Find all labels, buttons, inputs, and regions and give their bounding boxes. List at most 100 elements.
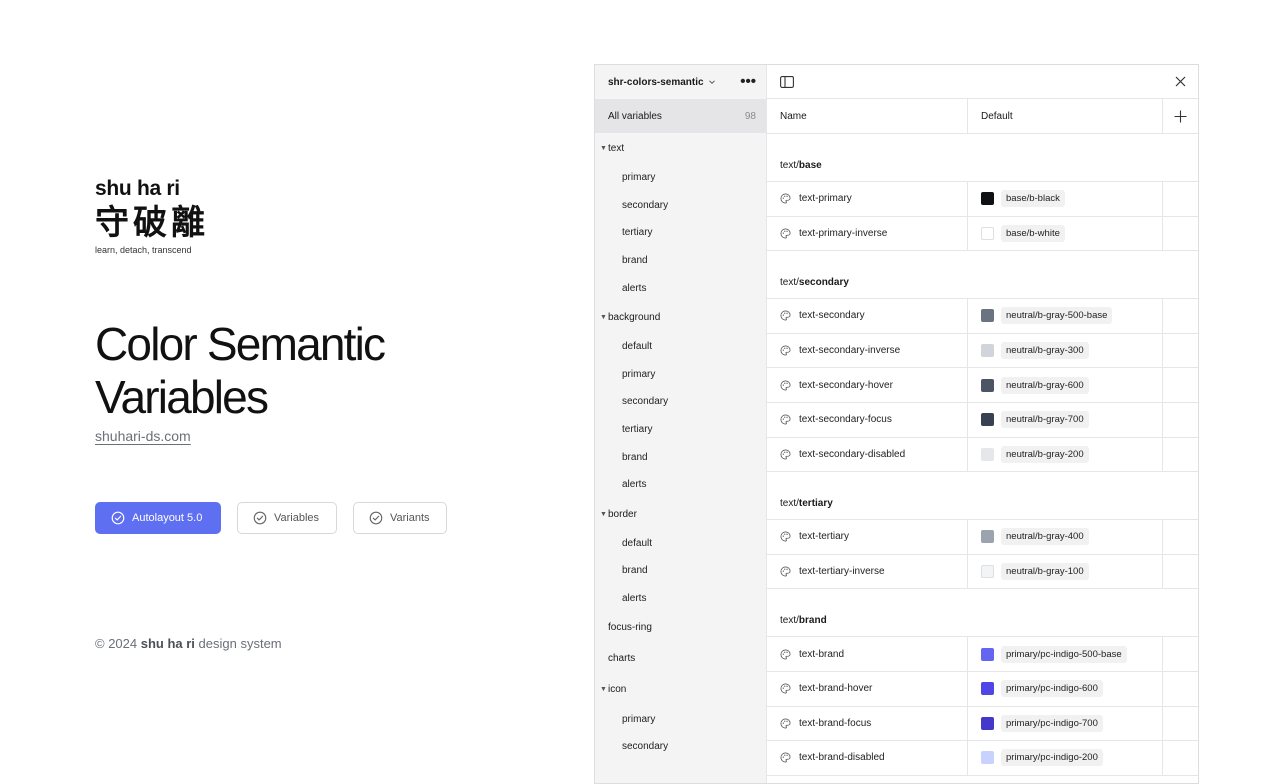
collection-selector[interactable]: shr-colors-semantic	[608, 77, 716, 88]
group-item[interactable]: default	[595, 333, 766, 361]
group-icon[interactable]: ▼ icon	[595, 674, 766, 705]
group-item[interactable]: secondary	[595, 733, 766, 761]
variable-row[interactable]: text-tertiary-inverse neutral/b-gray-100	[767, 554, 1198, 590]
variable-value-cell[interactable]: primary/pc-indigo-600	[968, 671, 1163, 706]
variable-name-cell[interactable]: text-brand-hover	[767, 671, 968, 706]
variable-row[interactable]: text-secondary-focus neutral/b-gray-700	[767, 402, 1198, 438]
alias-chip[interactable]: base/b-white	[1001, 224, 1065, 242]
page-title: Color Semantic Variables	[95, 318, 515, 424]
copyright-prefix: © 2024	[95, 636, 141, 651]
caret-down-icon[interactable]: ▼	[600, 314, 608, 321]
variable-row[interactable]: text-brand-disabled primary/pc-indigo-200	[767, 741, 1198, 776]
variable-name-cell[interactable]: text-primary-inverse	[767, 216, 968, 251]
sidebar-toggle-icon[interactable]	[780, 75, 794, 88]
variable-name-cell[interactable]: text-brand	[767, 637, 968, 671]
variable-value-cell[interactable]: primary/pc-indigo-500-base	[968, 637, 1163, 671]
group-item[interactable]: secondary	[595, 192, 766, 220]
variable-name-cell[interactable]: text-tertiary	[767, 520, 968, 554]
close-icon[interactable]	[1175, 76, 1186, 87]
group-item[interactable]: tertiary	[595, 416, 766, 444]
empty-cell	[1163, 672, 1198, 706]
variable-value-cell[interactable]: neutral/b-gray-600	[968, 368, 1163, 402]
group-charts[interactable]: charts	[595, 643, 766, 674]
color-swatch	[981, 751, 994, 765]
variable-row[interactable]: text-brand-focus primary/pc-indigo-700	[767, 706, 1198, 742]
variable-name-cell[interactable]: text-primary	[767, 182, 968, 216]
variable-value-cell[interactable]: base/b-black	[968, 182, 1163, 216]
variable-row[interactable]: text-tertiary neutral/b-gray-400	[767, 520, 1198, 555]
alias-chip[interactable]: primary/pc-indigo-600	[1001, 680, 1103, 698]
variable-row[interactable]: text-primary-inverse base/b-white	[767, 216, 1198, 252]
add-mode-button[interactable]	[1163, 99, 1198, 133]
alias-chip[interactable]: neutral/b-gray-100	[1001, 563, 1089, 581]
group-item[interactable]: secondary	[595, 388, 766, 416]
group-item[interactable]: alerts	[595, 585, 766, 613]
variable-value-cell[interactable]: neutral/b-gray-400	[968, 520, 1163, 554]
alias-chip[interactable]: neutral/b-gray-200	[1001, 445, 1089, 463]
alias-chip[interactable]: base/b-black	[1001, 190, 1065, 208]
group-item[interactable]: tertiary	[595, 219, 766, 247]
variable-name-cell[interactable]: text-secondary-disabled	[767, 437, 968, 472]
all-variables-item[interactable]: All variables 98	[595, 99, 766, 133]
color-swatch	[981, 226, 994, 240]
group-label: icon	[608, 684, 627, 696]
group-item[interactable]: primary	[595, 164, 766, 192]
more-options-icon[interactable]: •••	[740, 74, 756, 89]
group-item[interactable]: alerts	[595, 274, 766, 302]
website-link[interactable]: shuhari-ds.com	[95, 428, 191, 444]
group-item[interactable]: default	[595, 530, 766, 558]
collections-sidebar: shr-colors-semantic ••• All variables 98…	[595, 65, 767, 783]
variable-row[interactable]: text-brand primary/pc-indigo-500-base	[767, 637, 1198, 672]
variable-name-cell[interactable]: text-secondary-hover	[767, 368, 968, 402]
alias-chip[interactable]: primary/pc-indigo-700	[1001, 714, 1103, 732]
caret-down-icon[interactable]: ▼	[600, 686, 608, 693]
color-swatch	[981, 682, 994, 696]
variable-row[interactable]: text-brand-hover primary/pc-indigo-600	[767, 671, 1198, 707]
group-item[interactable]: brand	[595, 443, 766, 471]
empty-cell	[1163, 637, 1198, 671]
alias-chip[interactable]: primary/pc-indigo-200	[1001, 749, 1103, 767]
group-item[interactable]: alerts	[595, 471, 766, 499]
brand-kanji: 守破離	[95, 204, 209, 242]
variable-value-cell[interactable]: neutral/b-gray-300	[968, 333, 1163, 368]
alias-chip[interactable]: neutral/b-gray-600	[1001, 376, 1089, 394]
variable-name-cell[interactable]: text-secondary	[767, 299, 968, 333]
variable-value-cell[interactable]: neutral/b-gray-200	[968, 437, 1163, 472]
alias-chip[interactable]: neutral/b-gray-500-base	[1001, 307, 1113, 325]
group-label: background	[608, 311, 661, 323]
group-item[interactable]: brand	[595, 557, 766, 585]
group-background[interactable]: ▼ background	[595, 302, 766, 333]
all-variables-count: 98	[744, 110, 756, 122]
variable-name-cell[interactable]: text-brand-focus	[767, 706, 968, 741]
variable-row[interactable]: text-secondary-inverse neutral/b-gray-300	[767, 333, 1198, 369]
variable-value-cell[interactable]: base/b-white	[968, 216, 1163, 251]
section-prefix: text/	[780, 615, 799, 627]
alias-chip[interactable]: neutral/b-gray-300	[1001, 342, 1089, 360]
variable-name-cell[interactable]: text-tertiary-inverse	[767, 554, 968, 589]
alias-chip[interactable]: neutral/b-gray-400	[1001, 528, 1089, 546]
caret-down-icon[interactable]: ▼	[600, 145, 608, 152]
caret-down-icon[interactable]: ▼	[600, 511, 608, 518]
group-item[interactable]: primary	[595, 361, 766, 389]
variable-name-cell[interactable]: text-secondary-inverse	[767, 333, 968, 368]
group-item[interactable]: primary	[595, 705, 766, 733]
variable-row[interactable]: text-secondary-disabled neutral/b-gray-20…	[767, 437, 1198, 473]
brand-block: shu ha ri 守破離 learn, detach, transcend	[95, 176, 209, 255]
variable-value-cell[interactable]: primary/pc-indigo-700	[968, 706, 1163, 741]
group-border[interactable]: ▼ border	[595, 499, 766, 530]
variable-row[interactable]: text-primary base/b-black	[767, 182, 1198, 217]
group-text[interactable]: ▼ text	[595, 133, 766, 164]
variable-name-cell[interactable]: text-secondary-focus	[767, 402, 968, 437]
variable-row[interactable]: text-secondary neutral/b-gray-500-base	[767, 299, 1198, 334]
group-item[interactable]: brand	[595, 247, 766, 275]
variable-value-cell[interactable]: neutral/b-gray-100	[968, 554, 1163, 589]
alias-chip[interactable]: neutral/b-gray-700	[1001, 411, 1089, 429]
variable-row[interactable]: text-secondary-hover neutral/b-gray-600	[767, 368, 1198, 403]
variable-value-cell[interactable]: neutral/b-gray-500-base	[968, 299, 1163, 333]
variable-value-cell[interactable]: primary/pc-indigo-200	[968, 741, 1163, 775]
section-prefix: text/	[780, 498, 799, 510]
variable-value-cell[interactable]: neutral/b-gray-700	[968, 402, 1163, 437]
group-focus-ring[interactable]: focus-ring	[595, 612, 766, 643]
alias-chip[interactable]: primary/pc-indigo-500-base	[1001, 645, 1127, 663]
variable-name-cell[interactable]: text-brand-disabled	[767, 741, 968, 775]
